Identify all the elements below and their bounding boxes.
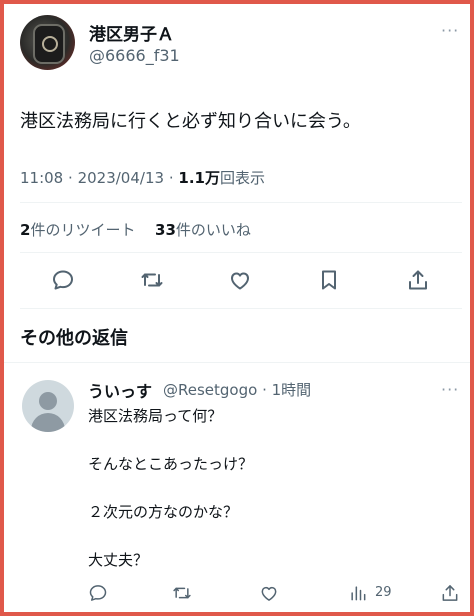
- retweets-count: 2: [20, 221, 31, 239]
- divider: [4, 362, 470, 363]
- retweets-stat[interactable]: 2件のリツイート: [20, 221, 135, 239]
- likes-label: 件のいいね: [175, 221, 251, 239]
- reply-views-count: 29: [375, 585, 392, 600]
- reply-text-line: 港区法務局って何？: [88, 407, 223, 425]
- screenshot-frame: 港区男子Ａ @6666_f31 ··· 港区法務局に行くと必ず知り合いに会う。 …: [0, 0, 474, 616]
- reply-text-line: 大丈夫？: [88, 551, 149, 569]
- reply-icon[interactable]: [51, 268, 75, 296]
- share-icon[interactable]: [406, 268, 430, 296]
- reply-display-name[interactable]: ういっす: [88, 378, 152, 402]
- author-handle[interactable]: @6666_f31: [89, 46, 180, 65]
- divider: [20, 308, 462, 309]
- divider: [20, 252, 462, 253]
- more-replies-heading: その他の返信: [20, 328, 128, 349]
- share-icon[interactable]: [440, 583, 460, 607]
- retweet-icon[interactable]: [140, 268, 164, 296]
- likes-count: 33: [155, 221, 176, 239]
- views-label: 回表示: [219, 169, 265, 187]
- meta-separator: ·: [168, 169, 174, 187]
- author-avatar[interactable]: [20, 15, 75, 70]
- views-count: 1.1万: [178, 169, 220, 187]
- author-display-name[interactable]: 港区男子Ａ: [89, 20, 174, 45]
- tweet-time[interactable]: 11:08: [20, 169, 63, 187]
- retweets-label: 件のリツイート: [30, 221, 136, 239]
- views-icon[interactable]: [348, 583, 368, 607]
- tweet-text: 港区法務局に行くと必ず知り合いに会う。: [20, 111, 361, 132]
- divider: [20, 202, 462, 203]
- tweet-meta: 11:08 · 2023/04/13 · 1.1万回表示: [20, 167, 265, 188]
- reply-text-line: ２次元の方なのかな？: [88, 503, 239, 521]
- reply-icon[interactable]: [88, 583, 108, 607]
- tweet-date[interactable]: 2023/04/13: [78, 169, 164, 187]
- likes-stat[interactable]: 33件のいいね: [155, 221, 251, 239]
- meta-separator: ·: [68, 169, 73, 187]
- tweet-stats: 2件のリツイート 33件のいいね: [20, 219, 251, 240]
- more-options-icon[interactable]: ···: [441, 21, 459, 40]
- like-icon[interactable]: [259, 583, 279, 607]
- reply-more-options-icon[interactable]: ···: [441, 380, 459, 399]
- retweet-icon[interactable]: [172, 583, 192, 607]
- bookmark-icon[interactable]: [317, 268, 341, 296]
- reply-avatar[interactable]: [22, 380, 74, 432]
- like-icon[interactable]: [228, 268, 252, 296]
- reply-text-line: そんなとこあったっけ？: [88, 455, 254, 473]
- reply-handle-time[interactable]: @Resetgogo · 1時間: [163, 379, 311, 400]
